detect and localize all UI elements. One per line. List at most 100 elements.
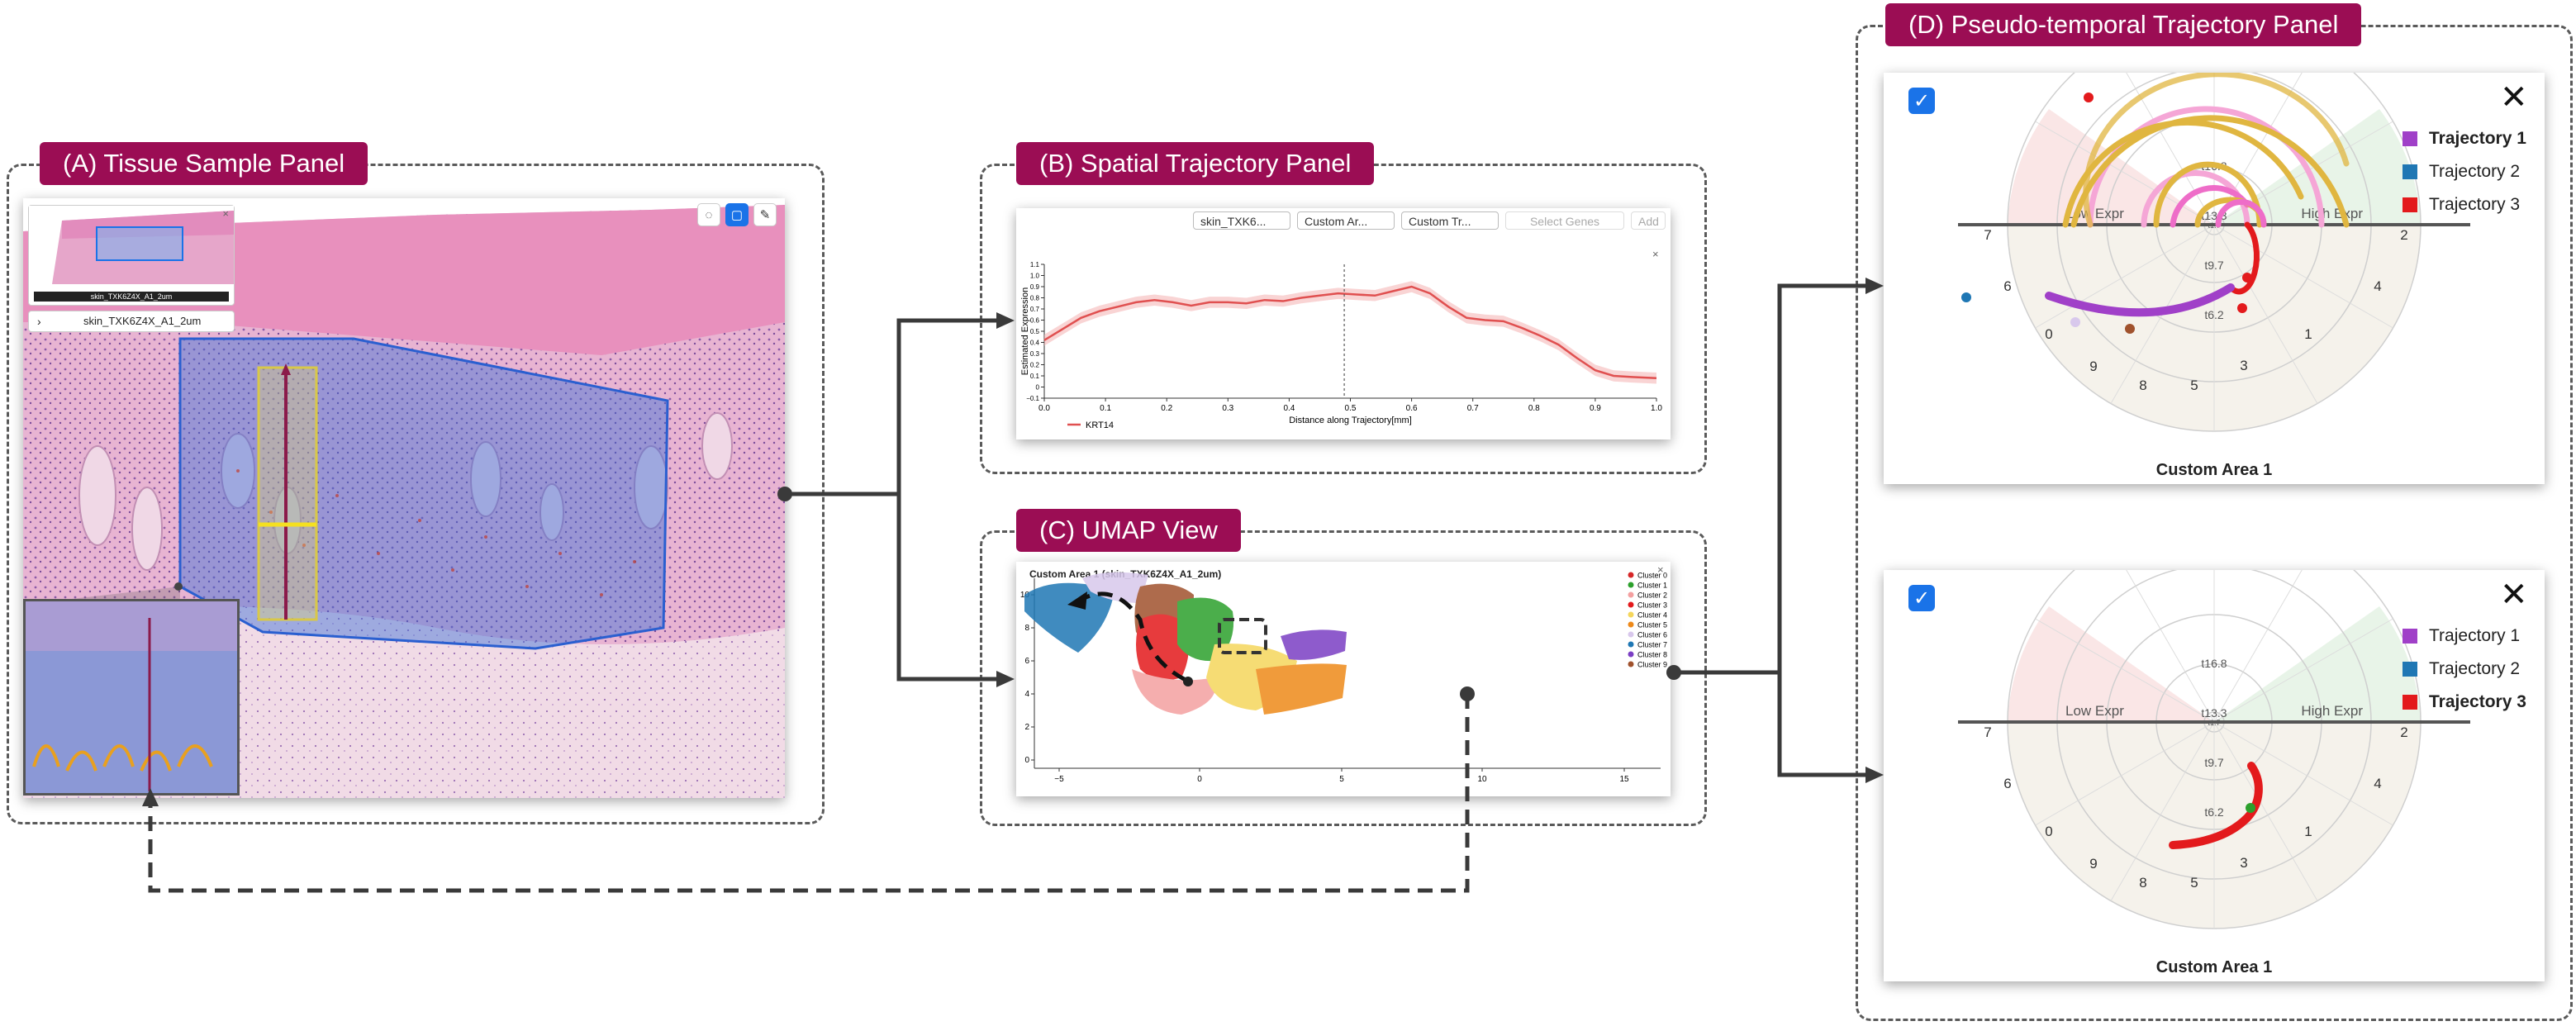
y-tick-label: 1.0: [1030, 273, 1040, 280]
ring-label: t6.2: [2204, 805, 2224, 819]
legend-swatch: [2403, 197, 2417, 212]
umap-card[interactable]: Custom Area 1 (skin_TXK6Z4X_A1_2um) × −5…: [1016, 562, 1671, 796]
lasso-icon[interactable]: ◌: [697, 203, 720, 226]
legend-trajectory-2[interactable]: Trajectory 2: [2403, 162, 2520, 182]
y-tick-label: 0.8: [1030, 295, 1040, 302]
y-tick-label: 0.4: [1030, 340, 1040, 347]
minimap-close-icon[interactable]: ×: [222, 207, 229, 220]
legend-label: Trajectory 3: [2429, 195, 2521, 214]
y-tick-label: 8: [1024, 624, 1029, 633]
x-tick-label: 0.0: [1038, 404, 1050, 413]
polar-card-bottom: ✓ ✕ t16.8 t13.3 t9.7 t6.2 t1.7 Low Expr High E…: [1884, 570, 2545, 981]
legend-trajectory-2[interactable]: Trajectory 2: [2403, 659, 2520, 679]
polar-card-top: ✓ ✕ t16.8 t13.3 t9.7 t6.2 t1.7 Low Expr High E…: [1884, 73, 2545, 484]
x-tick-label: 0.6: [1406, 404, 1418, 413]
cluster-number-label: 0: [2045, 824, 2052, 839]
y-tick-label: 0.3: [1030, 350, 1040, 358]
cluster-legend-dot: [1628, 661, 1634, 667]
cluster-number-label: 5: [2190, 875, 2198, 891]
cluster-legend-dot: [1628, 651, 1634, 658]
cluster-number-label: 7: [1984, 724, 1991, 740]
legend-label: Trajectory 1: [2429, 626, 2521, 645]
ring-label: t9.7: [2204, 259, 2224, 272]
polar-grid-bottom: t16.8 t13.3 t9.7 t6.2 t1.7 Low Expr High Expr 7…: [1958, 570, 2470, 929]
cluster-legend-label: Cluster 0: [1637, 572, 1667, 580]
y-tick-label: 0.2: [1030, 362, 1040, 369]
cluster-5-blob: [1256, 663, 1347, 715]
minimap-card[interactable]: skin_TXK6Z4X_A1_2um ×: [28, 205, 235, 306]
x-tick-label: 0.3: [1222, 404, 1233, 413]
ring-label: t9.7: [2204, 756, 2224, 769]
legend-label: Trajectory 2: [2429, 162, 2521, 181]
cluster-number-label: 4: [2374, 278, 2381, 294]
x-tick-label: 0.9: [1590, 404, 1601, 413]
cluster-number-label: 0: [2045, 326, 2052, 342]
expression-line-chart: 0.0 0.1 0.2 0.3 0.4 0.5 0.6 0.7 0.8 0.9 1.0 −0.1 0 0.…: [1020, 261, 1662, 430]
legend-trajectory-1[interactable]: Trajectory 1: [2403, 626, 2520, 646]
low-expr-label: Low Expr: [2065, 703, 2124, 719]
spatial-chart-card: skin_TXK6... Custom Ar... Custom Tr... S…: [1016, 208, 1671, 439]
high-expr-label: High Expr: [2301, 206, 2363, 221]
x-tick-label: 0.1: [1100, 404, 1111, 413]
cluster-legend-label: Cluster 3: [1637, 601, 1667, 610]
legend-label: KRT14: [1086, 420, 1114, 430]
cluster-number-label: 8: [2139, 378, 2146, 393]
cluster-number-label: 3: [2240, 358, 2247, 373]
cluster-legend-label: Cluster 8: [1637, 651, 1667, 659]
cluster-number-label: 4: [2374, 776, 2381, 791]
cluster-legend-dot: [1628, 572, 1634, 578]
y-axis-label: Estimated Expression: [1020, 287, 1030, 375]
spatial-panel-tag: (B) Spatial Trajectory Panel: [1016, 142, 1375, 185]
cluster-number-label: 6: [2003, 278, 2011, 294]
cluster-number-label: 8: [2139, 875, 2146, 891]
polar-title: Custom Area 1: [2155, 958, 2273, 976]
cluster-number-label: 1: [2304, 326, 2312, 342]
ring-label: t6.2: [2204, 308, 2224, 321]
cluster-legend-label: Cluster 4: [1637, 611, 1667, 620]
y-tick-label: 1.1: [1030, 261, 1040, 268]
x-tick-label: 15: [1619, 775, 1629, 784]
cluster-legend-dot: [1628, 631, 1634, 638]
ring-label: t13.3: [2201, 706, 2227, 720]
y-tick-label: 0.5: [1030, 328, 1040, 335]
sample-row[interactable]: › skin_TXK6Z4X_A1_2um: [28, 311, 235, 332]
cluster-number-label: 9: [2089, 359, 2097, 374]
cluster-number-label: 2: [2400, 227, 2407, 243]
legend-label: Trajectory 2: [2429, 659, 2521, 678]
trajectory-start-dot: [1183, 677, 1193, 686]
cluster-legend-dot: [1628, 591, 1634, 598]
cluster-legend-label: Cluster 5: [1637, 621, 1667, 629]
legend-trajectory-1[interactable]: Trajectory 1: [2403, 129, 2526, 149]
legend-label: Trajectory 1: [2429, 129, 2526, 148]
x-tick-label: 0.7: [1467, 404, 1479, 413]
cluster-legend-label: Cluster 1: [1637, 582, 1667, 590]
cluster-legend-label: Cluster 7: [1637, 641, 1667, 649]
y-tick-label: 0.7: [1030, 306, 1040, 313]
y-tick-label: 2: [1024, 723, 1029, 732]
confidence-band: [1044, 281, 1656, 384]
sample-row-label: skin_TXK6Z4X_A1_2um: [83, 315, 202, 327]
legend-swatch: [2403, 695, 2417, 710]
y-tick-label: 0: [1024, 756, 1029, 765]
legend-trajectory-3[interactable]: Trajectory 3: [2403, 692, 2526, 712]
cluster-legend-dot: [1628, 641, 1634, 648]
pencil-icon[interactable]: ✎: [753, 203, 777, 226]
legend-swatch: [2403, 131, 2417, 146]
y-tick-label: 0.6: [1030, 317, 1040, 325]
polar-title: Custom Area 1: [2155, 461, 2273, 479]
cluster-legend-label: Cluster 6: [1637, 631, 1667, 639]
x-tick-label: 0.2: [1161, 404, 1172, 413]
chevron-right-icon: ›: [37, 315, 41, 328]
tissue-viewer[interactable]: skin_TXK6Z4X_A1_2um × › skin_TXK6Z4X_A1_…: [23, 198, 785, 798]
cluster-number-label: 1: [2304, 824, 2312, 839]
umap-scatter[interactable]: −50510150246810 Cluster 0Cluster 1Cluste…: [1016, 562, 1671, 796]
legend-swatch: [2403, 662, 2417, 677]
minimap-thumbnail: [29, 206, 234, 303]
rectangle-select-icon[interactable]: ▢: [725, 203, 749, 226]
x-tick-label: 1.0: [1651, 404, 1662, 413]
tissue-panel-tag: (A) Tissue Sample Panel: [40, 142, 368, 185]
y-tick-label: −0.1: [1026, 395, 1039, 402]
legend-trajectory-3[interactable]: Trajectory 3: [2403, 195, 2520, 215]
y-tick-label: 4: [1024, 690, 1029, 699]
legend-label: Trajectory 3: [2429, 692, 2526, 711]
